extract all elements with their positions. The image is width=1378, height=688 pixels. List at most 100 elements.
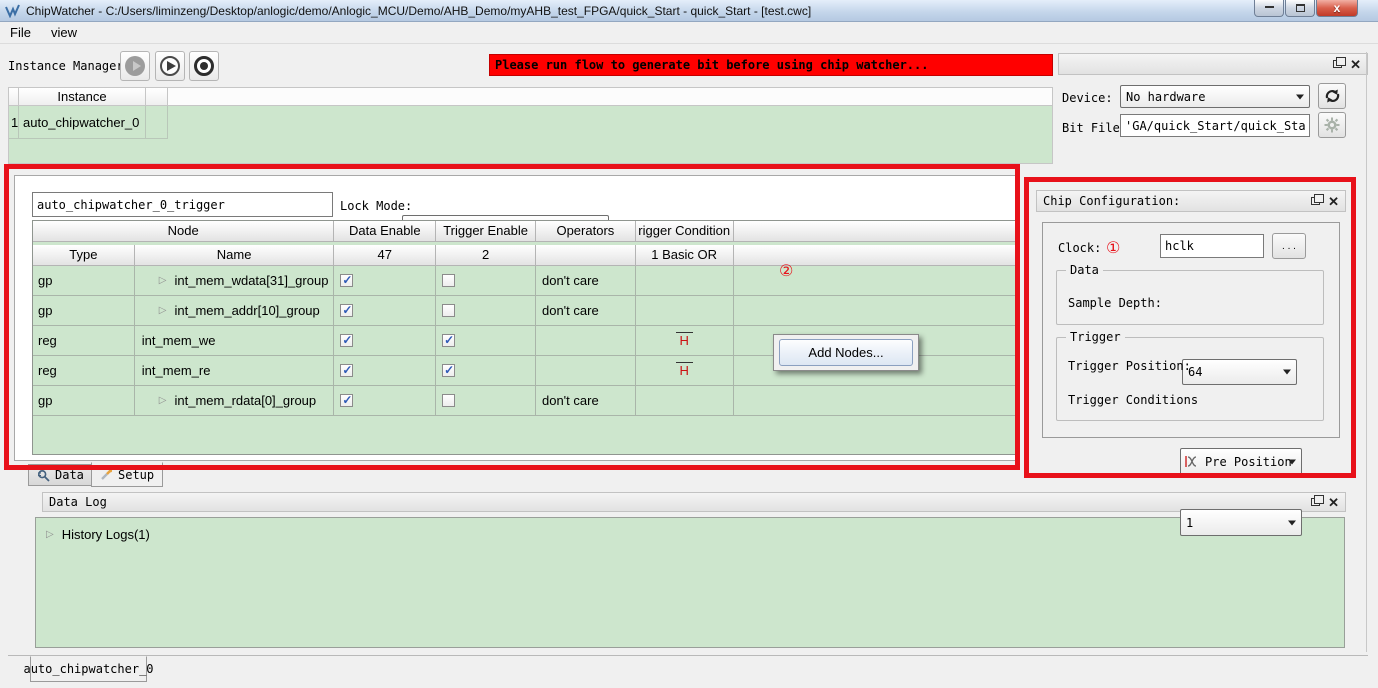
add-nodes-button[interactable]: Add Nodes... — [779, 339, 913, 366]
stop-button[interactable] — [189, 51, 219, 81]
data-log-panel: ▷ History Logs(1) — [35, 517, 1345, 648]
cell-condition[interactable]: H — [636, 326, 734, 356]
expand-icon[interactable]: ▷ — [159, 395, 167, 406]
data-log-title: Data Log — [43, 495, 107, 509]
trigger-name-input[interactable] — [32, 192, 333, 217]
cell-operators[interactable] — [536, 356, 636, 386]
bit-file-input[interactable] — [1120, 114, 1310, 137]
clock-browse-button[interactable]: . . . — [1272, 233, 1306, 259]
data-enable-checkbox[interactable] — [340, 394, 353, 407]
trigger-enable-checkbox[interactable] — [442, 394, 455, 407]
menu-view[interactable]: view — [41, 23, 87, 42]
cell-operators[interactable]: don't care — [536, 296, 636, 326]
subcol-data-enable-count[interactable]: 47 — [334, 245, 436, 266]
float-icon[interactable] — [1333, 60, 1342, 68]
subcol-name[interactable]: Name — [135, 245, 335, 266]
node-name: int_mem_we — [135, 333, 216, 348]
close-button[interactable]: x — [1316, 0, 1358, 17]
data-enable-checkbox[interactable] — [340, 334, 353, 347]
trigger-table-header: Node Data Enable Trigger Enable Operator… — [33, 221, 1015, 242]
table-row[interactable]: gp ▷int_mem_wdata[31]_group don't care — [33, 266, 1015, 296]
device-select[interactable]: No hardware — [1120, 85, 1310, 108]
subcol-condition-summary[interactable]: 1 Basic OR — [636, 245, 734, 266]
minimize-button[interactable] — [1254, 0, 1284, 17]
close-icon: x — [1334, 2, 1341, 14]
window-title: ChipWatcher - C:/Users/liminzeng/Desktop… — [26, 4, 811, 18]
chevron-down-icon — [1283, 370, 1291, 375]
table-row[interactable]: gp ▷int_mem_rdata[0]_group don't care — [33, 386, 1015, 416]
col-blank — [734, 221, 1015, 242]
dock-close-icon[interactable]: ✕ — [1350, 58, 1361, 71]
cell-trigger-enable — [436, 266, 536, 296]
cell-type: gp — [33, 296, 135, 326]
col-trigger-enable[interactable]: Trigger Enable — [436, 221, 536, 242]
program-bit-button[interactable] — [1318, 112, 1346, 138]
run-disabled-button[interactable] — [120, 51, 150, 81]
instance-table-header: Instance — [8, 87, 1053, 106]
table-row[interactable]: gp ▷int_mem_addr[10]_group don't care — [33, 296, 1015, 326]
trigger-enable-checkbox[interactable] — [442, 274, 455, 287]
float-icon[interactable] — [1311, 197, 1320, 205]
play-disabled-icon — [125, 56, 145, 76]
instance-index-header — [9, 88, 19, 105]
trigger-table-subheader: Type Name 47 2 1 Basic OR — [33, 245, 1015, 266]
table-empty-area[interactable] — [33, 416, 1015, 454]
trigger-enable-checkbox[interactable] — [442, 334, 455, 347]
cell-condition[interactable] — [636, 296, 734, 326]
trigger-conditions-select[interactable]: 1 — [1180, 509, 1302, 536]
col-operators[interactable]: Operators — [536, 221, 636, 242]
expand-icon[interactable]: ▷ — [159, 275, 167, 286]
dock-splitter[interactable] — [1366, 52, 1367, 652]
col-node[interactable]: Node — [33, 221, 334, 242]
cell-condition[interactable] — [636, 266, 734, 296]
search-icon — [37, 469, 50, 482]
app-icon — [5, 4, 20, 18]
col-data-enable[interactable]: Data Enable — [334, 221, 436, 242]
instance-column-header[interactable]: Instance — [19, 88, 146, 105]
cell-operators[interactable] — [536, 326, 636, 356]
tab-setup-label: Setup — [118, 468, 154, 482]
subcol-type[interactable]: Type — [33, 245, 135, 266]
tab-data[interactable]: Data — [28, 464, 93, 486]
menu-bar: File view — [0, 22, 1378, 44]
clock-input[interactable] — [1160, 234, 1264, 258]
trigger-position-select[interactable]: Pre Position — [1180, 448, 1302, 475]
trigger-enable-checkbox[interactable] — [442, 304, 455, 317]
dock-close-icon[interactable]: ✕ — [1328, 195, 1339, 208]
cell-condition[interactable]: H — [636, 356, 734, 386]
data-log-header: Data Log ✕ — [42, 492, 1346, 512]
cell-operators[interactable]: don't care — [536, 386, 636, 416]
float-icon[interactable] — [1311, 498, 1320, 506]
annotation-2: ② — [779, 261, 793, 280]
cell-condition[interactable] — [636, 386, 734, 416]
menu-file[interactable]: File — [0, 23, 41, 42]
data-enable-checkbox[interactable] — [340, 304, 353, 317]
cell-operators[interactable]: don't care — [536, 266, 636, 296]
bottom-tab-instance[interactable]: auto_chipwatcher_0 — [30, 656, 147, 682]
data-enable-checkbox[interactable] — [340, 274, 353, 287]
instance-table-body: 1 auto_chipwatcher_0 — [8, 106, 1053, 164]
condition-value: H — [680, 333, 689, 348]
cell-type: reg — [33, 356, 135, 386]
cell-data-enable — [334, 356, 436, 386]
cell-name: int_mem_we — [135, 326, 335, 356]
history-logs-item[interactable]: History Logs(1) — [62, 527, 150, 542]
col-trigger-condition[interactable]: rigger Condition — [636, 221, 734, 242]
data-enable-checkbox[interactable] — [340, 364, 353, 377]
data-group-label: Data — [1066, 263, 1103, 277]
dock-close-icon[interactable]: ✕ — [1328, 496, 1339, 509]
chevron-down-icon — [1296, 94, 1304, 99]
trigger-enable-checkbox[interactable] — [442, 364, 455, 377]
refresh-device-button[interactable] — [1318, 83, 1346, 109]
sample-depth-select[interactable]: 64 — [1182, 359, 1297, 385]
subcol-operators[interactable] — [536, 245, 636, 266]
cell-data-enable — [334, 296, 436, 326]
trigger-conditions-value: 1 — [1181, 516, 1193, 530]
expand-icon[interactable]: ▷ — [159, 305, 167, 316]
maximize-button[interactable] — [1285, 0, 1315, 17]
subcol-trigger-enable-count[interactable]: 2 — [436, 245, 536, 266]
expand-icon[interactable]: ▷ — [46, 529, 54, 540]
run-button[interactable] — [155, 51, 185, 81]
instance-row-name[interactable]: auto_chipwatcher_0 — [19, 106, 146, 139]
tab-setup[interactable]: Setup — [91, 462, 163, 487]
